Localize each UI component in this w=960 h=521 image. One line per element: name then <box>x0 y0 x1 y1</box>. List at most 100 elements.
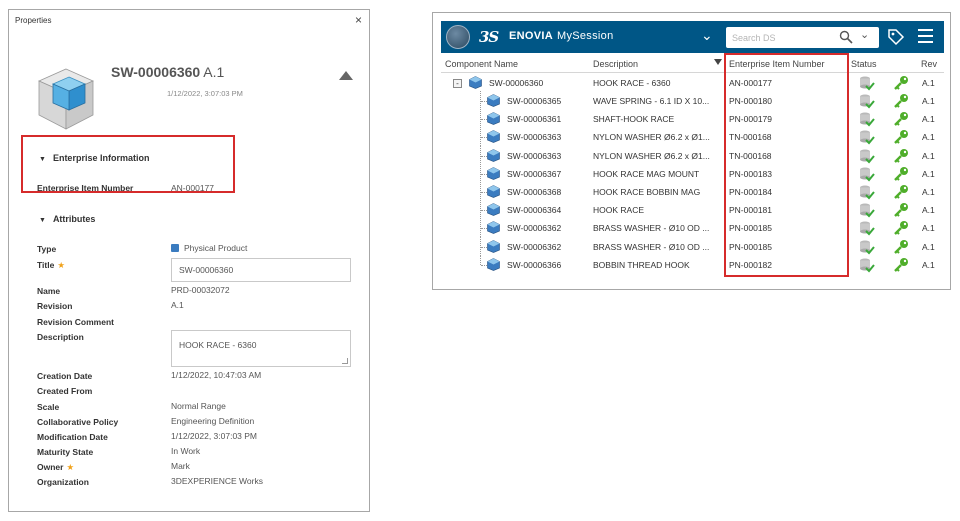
search-box: ⌄ <box>726 27 879 48</box>
column-status[interactable]: Status <box>851 59 877 69</box>
table-row[interactable]: SW-00006366 BOBBIN THREAD HOOK PN-000182… <box>441 254 944 274</box>
part-icon <box>487 239 500 253</box>
description-cell: BRASS WASHER - Ø10 OD ... <box>593 223 710 234</box>
close-icon[interactable]: × <box>355 13 362 27</box>
enterprise-info-highlight <box>21 135 235 193</box>
status-check-icon[interactable] <box>859 75 875 91</box>
search-icon[interactable] <box>839 30 853 44</box>
key-icon[interactable] <box>893 148 909 164</box>
table-row[interactable]: SW-00006364 HOOK RACE PN-000181 A.1 <box>441 200 944 220</box>
table-row[interactable]: SW-00006362 BRASS WASHER - Ø10 OD ... PN… <box>441 218 944 238</box>
component-name: SW-00006363 <box>507 132 562 143</box>
item-title: SW-00006360 A.1 <box>111 64 224 80</box>
table-row[interactable]: SW-00006365 WAVE SPRING - 6.1 ID X 10...… <box>441 91 944 110</box>
description-cell: SHAFT-HOOK RACE <box>593 114 675 125</box>
key-icon[interactable] <box>893 184 909 200</box>
key-icon[interactable] <box>893 75 909 91</box>
description-label: Description <box>37 332 84 342</box>
key-icon[interactable] <box>893 166 909 182</box>
status-check-icon[interactable] <box>859 239 875 255</box>
collaborative-policy-label: Collaborative Policy <box>37 417 119 427</box>
product-cube-icon <box>35 65 97 133</box>
description-cell: HOOK RACE BOBBIN MAG <box>593 187 701 197</box>
revision-label: Revision <box>37 301 73 311</box>
physical-product-icon <box>171 244 179 252</box>
expanded-triangle-icon: ▼ <box>39 217 46 224</box>
key-icon[interactable] <box>893 111 909 127</box>
grid-header: Component Name Description Enterprise It… <box>441 56 944 73</box>
search-dropdown-icon[interactable]: ⌄ <box>860 28 869 41</box>
attributes-section-toggle[interactable]: ▼ Attributes <box>39 214 95 224</box>
status-check-icon[interactable] <box>859 184 875 200</box>
description-cell: HOOK RACE <box>593 205 645 216</box>
rev-cell: A.1 <box>922 168 935 179</box>
modification-date-value: 1/12/2022, 3:07:03 PM <box>171 431 258 441</box>
resize-grip-icon[interactable] <box>342 358 348 364</box>
created-from-label: Created From <box>37 386 93 396</box>
table-row[interactable]: SW-00006363 NYLON WASHER Ø6.2 x Ø1... TN… <box>441 145 944 165</box>
column-rev[interactable]: Rev <box>921 59 937 69</box>
status-check-icon[interactable] <box>859 220 875 236</box>
search-input[interactable] <box>732 30 832 45</box>
description-cell: BOBBIN THREAD HOOK <box>593 259 690 270</box>
column-filter-icon[interactable] <box>714 59 722 65</box>
description-cell: HOOK RACE MAG MOUNT <box>593 168 700 179</box>
collapse-header-icon[interactable] <box>339 71 353 80</box>
status-check-icon[interactable] <box>859 111 875 127</box>
collapse-tree-icon[interactable]: - <box>453 79 462 88</box>
organization-value: 3DEXPERIENCE Works <box>171 476 263 486</box>
tag-icon[interactable] <box>887 28 905 46</box>
title-input[interactable]: SW-00006360 <box>171 258 351 282</box>
key-icon[interactable] <box>893 220 909 236</box>
session-name: MySession <box>556 30 614 42</box>
part-icon <box>487 257 500 271</box>
component-name: SW-00006367 <box>507 168 562 179</box>
status-check-icon[interactable] <box>859 129 875 145</box>
description-cell: BRASS WASHER - Ø10 OD ... <box>593 241 710 252</box>
status-check-icon[interactable] <box>859 257 875 273</box>
key-icon[interactable] <box>893 202 909 218</box>
column-description[interactable]: Description <box>593 59 638 69</box>
table-row[interactable]: SW-00006363 NYLON WASHER Ø6.2 x Ø1... TN… <box>441 127 944 147</box>
table-row[interactable]: SW-00006368 HOOK RACE BOBBIN MAG PN-0001… <box>441 182 944 201</box>
column-component-name[interactable]: Component Name <box>445 59 518 69</box>
compass-icon[interactable] <box>446 25 470 49</box>
table-row-root[interactable]: - SW-00006360 HOOK RACE - 6360 AN-000177… <box>441 74 944 92</box>
creation-date-value: 1/12/2022, 10:47:03 AM <box>171 370 262 380</box>
type-label: Type <box>37 244 57 254</box>
status-check-icon[interactable] <box>859 202 875 218</box>
rev-cell: A.1 <box>922 78 935 88</box>
revision-value: A.1 <box>171 300 184 310</box>
component-name: SW-00006362 <box>507 223 562 234</box>
type-value: Physical Product <box>171 243 247 253</box>
table-row[interactable]: SW-00006362 BRASS WASHER - Ø10 OD ... PN… <box>441 236 944 256</box>
description-textarea[interactable]: HOOK RACE - 6360 <box>171 330 351 367</box>
part-icon <box>487 203 500 217</box>
status-check-icon[interactable] <box>859 148 875 164</box>
table-row[interactable]: SW-00006361 SHAFT-HOOK RACE PN-000179 A.… <box>441 109 944 129</box>
scale-value: Normal Range <box>171 401 226 411</box>
status-check-icon[interactable] <box>859 93 875 109</box>
modification-date-label: Modification Date <box>37 432 108 442</box>
maturity-state-value: In Work <box>171 446 201 456</box>
enovia-panel: 3S ENOVIAMySession ⌄ ⌄ Component Name De… <box>432 12 951 290</box>
key-icon[interactable] <box>893 257 909 273</box>
key-icon[interactable] <box>893 129 909 145</box>
table-row[interactable]: SW-00006367 HOOK RACE MAG MOUNT PN-00018… <box>441 163 944 183</box>
owner-value: Mark <box>171 461 190 471</box>
revision-comment-label: Revision Comment <box>37 317 114 327</box>
chevron-down-icon[interactable]: ⌄ <box>701 27 713 44</box>
menu-icon[interactable] <box>918 29 933 43</box>
status-check-icon[interactable] <box>859 166 875 182</box>
component-name: SW-00006368 <box>507 187 562 197</box>
key-icon[interactable] <box>893 93 909 109</box>
description-cell: NYLON WASHER Ø6.2 x Ø1... <box>593 132 710 143</box>
key-icon[interactable] <box>893 239 909 255</box>
app-title: ENOVIA MySession <box>509 30 613 42</box>
title-label: Title ★ <box>37 260 65 271</box>
collaborative-policy-value: Engineering Definition <box>171 416 255 426</box>
component-name: SW-00006363 <box>507 150 562 161</box>
part-icon <box>487 166 500 180</box>
owner-label-text: Owner <box>37 462 64 472</box>
part-icon <box>487 112 500 126</box>
